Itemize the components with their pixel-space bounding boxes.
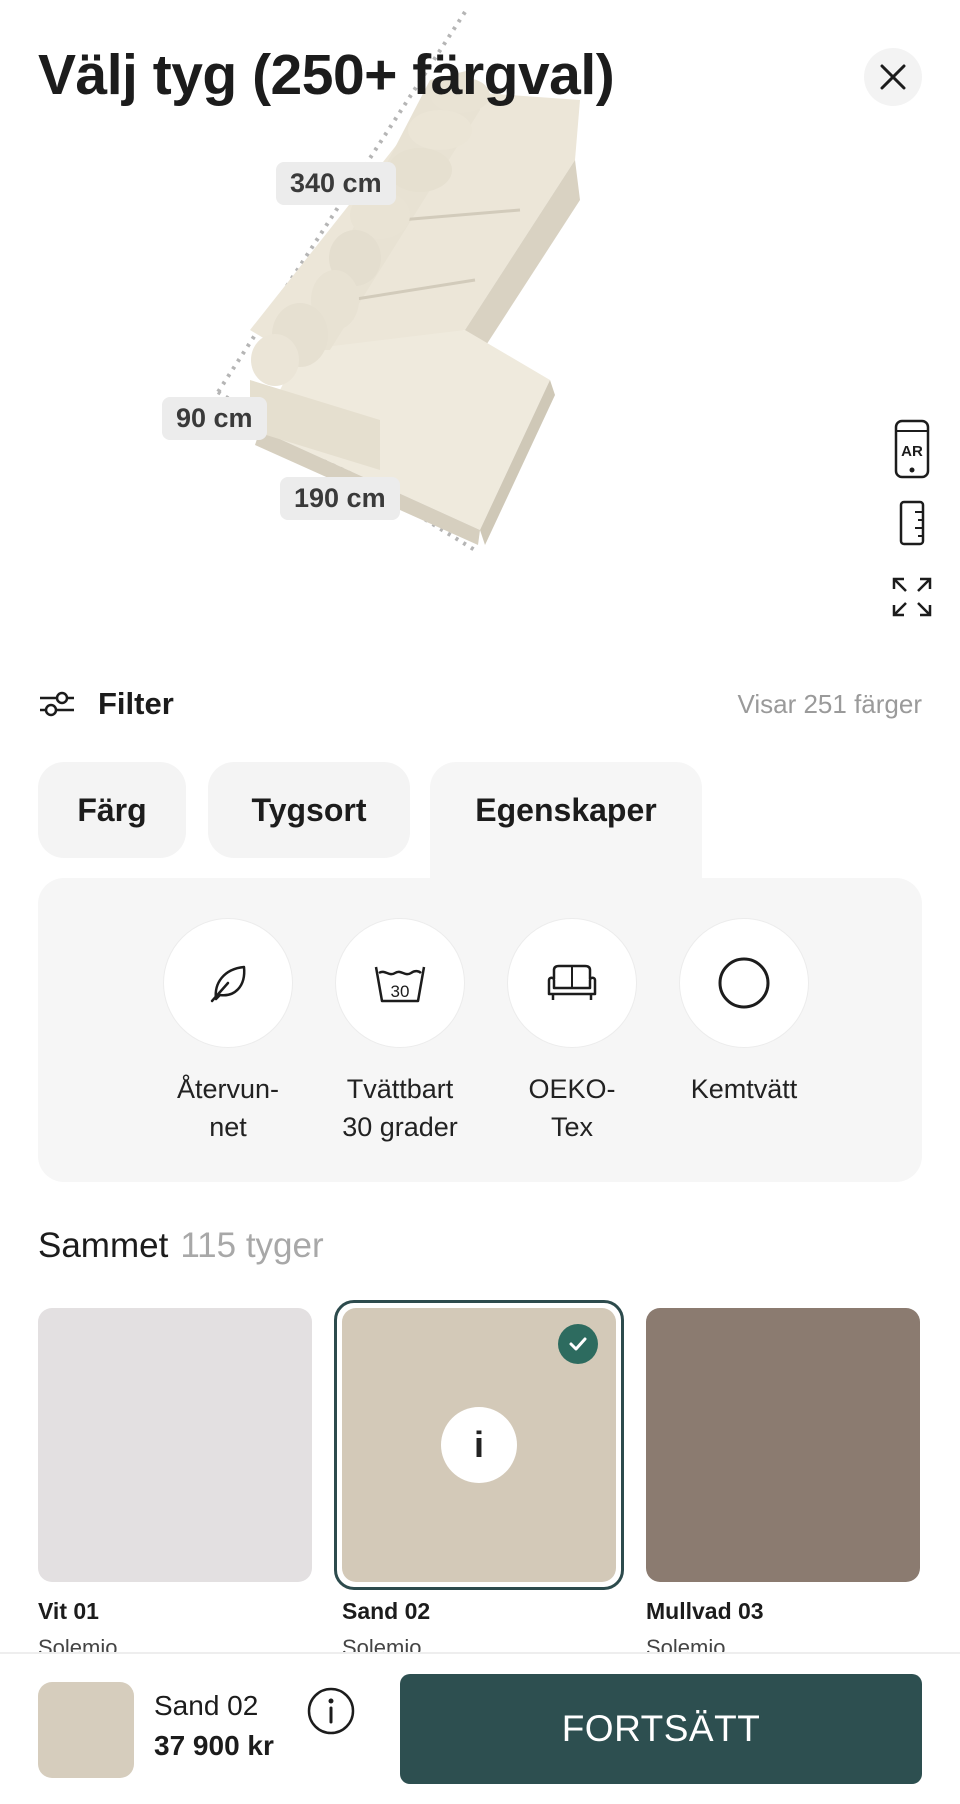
dimension-depth: 90 cm bbox=[162, 397, 267, 440]
tab-farg[interactable]: Färg bbox=[38, 762, 186, 858]
property-oeko-tex[interactable]: OEKO- Tex bbox=[502, 918, 642, 1146]
close-button[interactable] bbox=[864, 48, 922, 106]
tab-tygsort[interactable]: Tygsort bbox=[208, 762, 410, 858]
result-count: Visar 251 färger bbox=[737, 688, 922, 719]
bottom-bar: Sand 02 37 900 kr FORTSÄTT bbox=[0, 1652, 960, 1804]
property-label: Återvun- net bbox=[176, 1074, 280, 1142]
ar-icon: AR bbox=[894, 419, 930, 479]
leaf-icon bbox=[210, 965, 246, 1003]
section-count: 115 tyger bbox=[180, 1226, 324, 1265]
swatch-info-button[interactable]: i bbox=[441, 1407, 517, 1483]
property-label: OEKO- Tex bbox=[528, 1074, 616, 1142]
property-washable[interactable]: 30 Tvättbart 30 grader bbox=[330, 918, 470, 1146]
measure-icon bbox=[899, 500, 925, 546]
checkmark-icon bbox=[569, 1337, 587, 1351]
swatch-vit-01[interactable]: Vit 01 Solemio bbox=[38, 1308, 312, 1661]
swatch-name: Mullvad 03 bbox=[646, 1598, 764, 1624]
fullscreen-icon bbox=[892, 577, 932, 617]
filter-button[interactable]: Filter bbox=[98, 686, 174, 722]
swatch-image[interactable] bbox=[38, 1308, 312, 1582]
section-header: Sammet 115 tyger bbox=[38, 1226, 324, 1266]
property-label: Kemtvätt bbox=[690, 1074, 798, 1104]
info-icon[interactable] bbox=[306, 1686, 356, 1736]
swatch-name: Sand 02 bbox=[342, 1598, 431, 1624]
swatch-image[interactable]: i bbox=[334, 1300, 624, 1590]
ar-button[interactable]: AR bbox=[888, 418, 936, 480]
property-label: Tvättbart 30 grader bbox=[342, 1074, 458, 1142]
close-icon bbox=[880, 64, 906, 90]
wash-30-icon: 30 bbox=[374, 966, 426, 1003]
sofa-icon bbox=[547, 964, 597, 1000]
dimension-chaise: 190 cm bbox=[280, 477, 400, 520]
properties-panel: Återvun- net 30 Tvättbart 30 grader OEKO… bbox=[38, 878, 922, 1182]
viewer-tools: AR bbox=[888, 418, 936, 640]
fullscreen-button[interactable] bbox=[888, 566, 936, 628]
swatch-sand-02[interactable]: i Sand 02 Solemio bbox=[334, 1300, 624, 1661]
price: 37 900 kr bbox=[154, 1730, 274, 1761]
tab-egenskaper[interactable]: Egenskaper bbox=[430, 762, 702, 882]
swatch-name: Vit 01 bbox=[38, 1598, 99, 1624]
continue-button[interactable]: FORTSÄTT bbox=[400, 1674, 922, 1784]
circle-icon bbox=[718, 957, 770, 1009]
selected-fabric-thumbnail bbox=[38, 1682, 134, 1778]
section-title: Sammet bbox=[38, 1226, 169, 1265]
dimension-length: 340 cm bbox=[276, 162, 396, 205]
ar-label: AR bbox=[901, 443, 923, 460]
wash-temp-label: 30 bbox=[391, 982, 410, 1001]
swatch-mullvad-03[interactable]: Mullvad 03 Solemio bbox=[646, 1308, 920, 1661]
filter-row: Filter Visar 251 färger bbox=[38, 680, 922, 728]
property-dry-clean[interactable]: Kemtvätt bbox=[674, 918, 814, 1108]
page-title: Välj tyg (250+ färgval) bbox=[38, 43, 615, 107]
selected-check-badge bbox=[558, 1324, 598, 1364]
property-recycled[interactable]: Återvun- net bbox=[158, 918, 298, 1146]
sliders-icon[interactable] bbox=[38, 689, 76, 719]
measure-button[interactable] bbox=[888, 492, 936, 554]
swatch-image[interactable] bbox=[646, 1308, 920, 1582]
selected-fabric-name: Sand 02 bbox=[154, 1690, 259, 1721]
